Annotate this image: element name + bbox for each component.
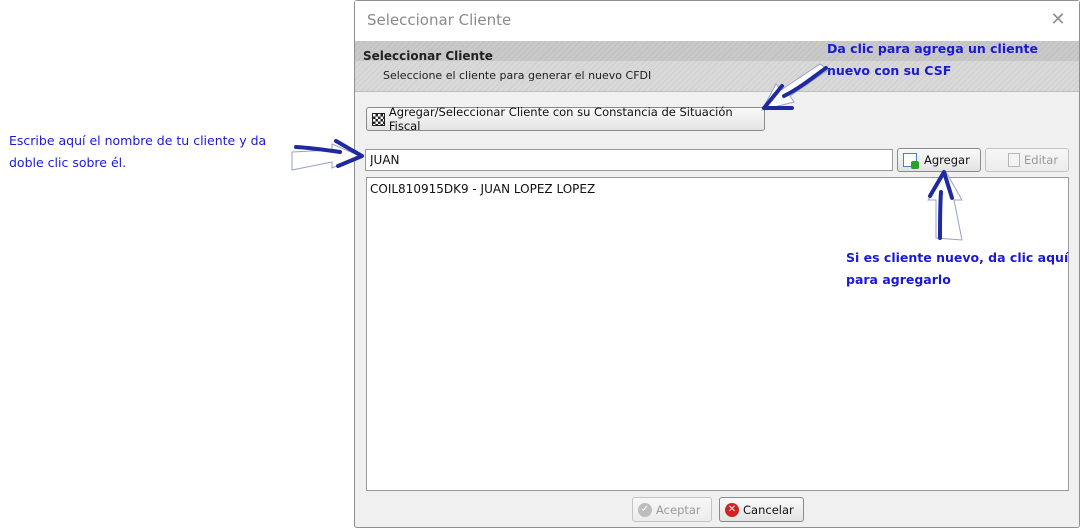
hand-drawn-arrow-icon	[291, 139, 364, 171]
arrows-overlay	[291, 63, 963, 241]
hand-drawn-arrow-icon	[927, 170, 963, 241]
hand-drawn-arrow-icon	[761, 63, 829, 111]
